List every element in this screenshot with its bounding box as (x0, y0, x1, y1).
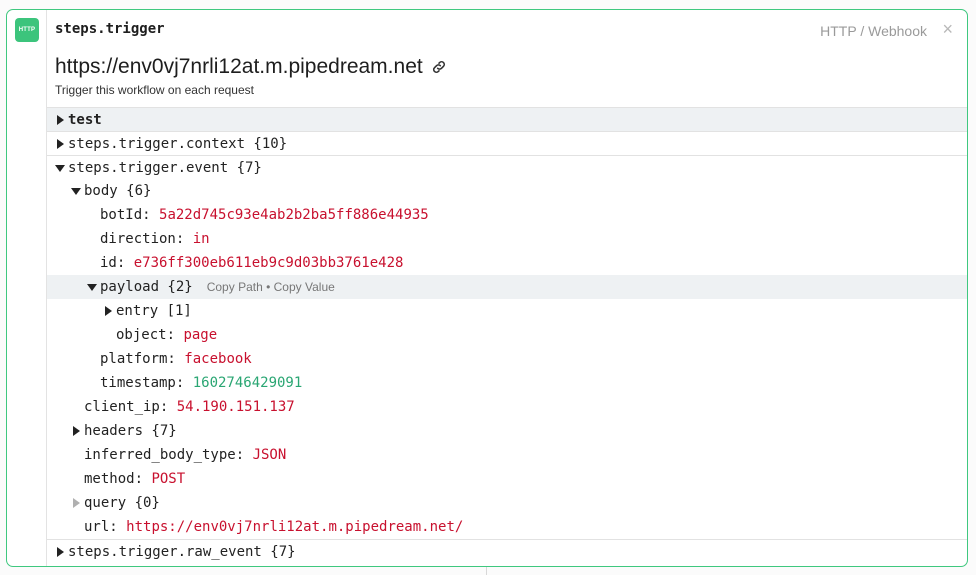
trigger-step-card: HTTP steps.trigger HTTP / Webhook × http… (6, 9, 968, 567)
inferred-body-type-key: inferred_body_type: (84, 447, 253, 463)
caret-right-icon[interactable] (71, 419, 81, 443)
headers-label: headers {7} (84, 423, 177, 439)
payload-label: payload {2} (100, 279, 193, 295)
id-value: e736ff300eb611eb9c9d03bb3761e428 (133, 255, 404, 271)
caret-down-icon[interactable] (87, 275, 97, 299)
entry-label: entry [1] (116, 303, 192, 319)
payload-row[interactable]: payload {2} Copy Path • Copy Value (47, 275, 967, 299)
url-key: url: (84, 519, 127, 535)
timestamp-row[interactable]: timestamp: 1602746429091 (47, 371, 967, 395)
object-row[interactable]: object: page (47, 323, 967, 347)
body-label: body {6} (84, 183, 152, 199)
http-icon: HTTP (15, 18, 39, 42)
client-ip-key: client_ip: (84, 399, 177, 415)
step-name: steps.trigger (55, 21, 165, 37)
event-inspector-tree: test steps.trigger.context {10} steps.tr… (47, 107, 967, 564)
method-value: POST (151, 471, 186, 487)
step-description: Trigger this workflow on each request (55, 83, 254, 97)
headers-row[interactable]: headers {7} (47, 419, 967, 443)
context-label: steps.trigger.context {10} (68, 136, 288, 152)
close-icon[interactable]: × (942, 19, 953, 40)
copy-value-link[interactable]: Copy Value (274, 280, 335, 294)
context-row[interactable]: steps.trigger.context {10} (47, 131, 967, 156)
copy-separator: • (262, 280, 274, 294)
object-key: object: (116, 327, 184, 343)
id-key: id: (100, 255, 134, 271)
step-type-label: HTTP / Webhook (820, 23, 927, 39)
method-row[interactable]: method: POST (47, 467, 967, 491)
timestamp-value: 1602746429091 (192, 375, 303, 391)
direction-key: direction: (100, 231, 193, 247)
url-value: https://env0vj7nrli12at.m.pipedream.net/ (126, 519, 464, 535)
platform-key: platform: (100, 351, 185, 367)
caret-right-icon[interactable] (55, 540, 65, 564)
direction-row[interactable]: direction: in (47, 227, 967, 251)
caret-down-icon[interactable] (55, 156, 65, 180)
body-row[interactable]: body {6} (47, 179, 967, 203)
platform-value: facebook (184, 351, 252, 367)
inferred-body-type-row[interactable]: inferred_body_type: JSON (47, 443, 967, 467)
botid-row[interactable]: botId: 5a22d745c93e4ab2b2ba5ff886e44935 (47, 203, 967, 227)
raw-event-row[interactable]: steps.trigger.raw_event {7} (47, 539, 967, 564)
timestamp-key: timestamp: (100, 375, 193, 391)
direction-value: in (192, 231, 210, 247)
caret-right-icon[interactable] (71, 491, 81, 515)
test-label: test (68, 112, 102, 128)
botid-key: botId: (100, 207, 160, 223)
caret-down-icon[interactable] (71, 179, 81, 203)
event-label: steps.trigger.event {7} (68, 160, 262, 176)
event-row[interactable]: steps.trigger.event {7} (47, 155, 967, 180)
caret-right-icon[interactable] (55, 108, 65, 132)
url-row[interactable]: url: https://env0vj7nrli12at.m.pipedream… (47, 515, 967, 539)
inferred-body-type-value: JSON (252, 447, 287, 463)
link-icon[interactable] (431, 59, 447, 75)
query-label: query {0} (84, 495, 160, 511)
object-value: page (183, 327, 218, 343)
endpoint-url: https://env0vj7nrli12at.m.pipedream.net (55, 55, 447, 79)
test-row[interactable]: test (47, 107, 967, 132)
platform-row[interactable]: platform: facebook (47, 347, 967, 371)
botid-value: 5a22d745c93e4ab2b2ba5ff886e44935 (159, 207, 429, 223)
method-key: method: (84, 471, 152, 487)
client-ip-row[interactable]: client_ip: 54.190.151.137 (47, 395, 967, 419)
caret-right-icon[interactable] (103, 299, 113, 323)
id-row[interactable]: id: e736ff300eb611eb9c9d03bb3761e428 (47, 251, 967, 275)
endpoint-url-text[interactable]: https://env0vj7nrli12at.m.pipedream.net (55, 55, 423, 79)
query-row[interactable]: query {0} (47, 491, 967, 515)
step-gutter: HTTP (7, 10, 47, 566)
caret-right-icon[interactable] (55, 132, 65, 156)
client-ip-value: 54.190.151.137 (176, 399, 295, 415)
copy-path-link[interactable]: Copy Path (207, 280, 263, 294)
entry-row[interactable]: entry [1] (47, 299, 967, 323)
raw-event-label: steps.trigger.raw_event {7} (68, 544, 296, 560)
